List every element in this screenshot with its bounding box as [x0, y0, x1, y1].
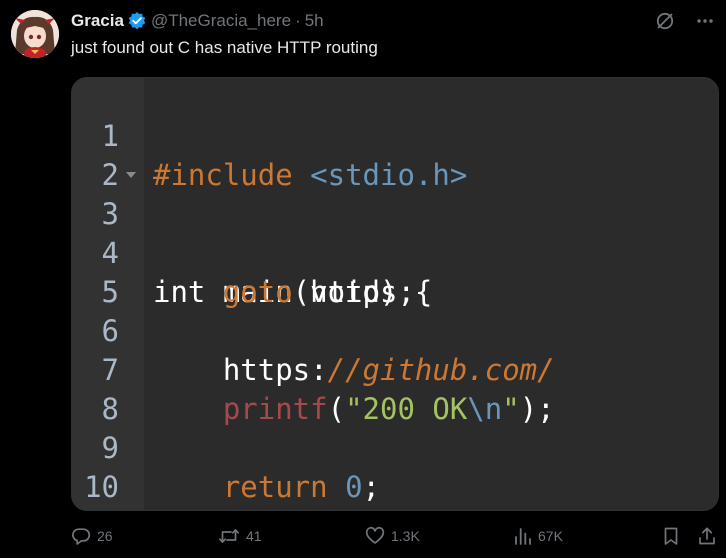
code-line-7: 7 printf("200 OK\n");	[72, 312, 718, 426]
retweet-icon	[218, 526, 240, 546]
code-line-3: 3 int main(void) {	[72, 156, 718, 309]
share-icon	[697, 526, 717, 546]
grok-icon[interactable]	[654, 10, 676, 32]
code-image[interactable]: 1 #include <stdio.h> 2 3 int main(void) …	[71, 77, 719, 511]
closing-brace: }	[153, 507, 170, 510]
views-count: 67K	[538, 528, 563, 544]
code-line-10: 10 }	[72, 429, 718, 510]
code-line-6: 6 https://github.com/	[72, 273, 718, 387]
display-name[interactable]: Gracia	[71, 11, 124, 31]
code-line-8: 8	[72, 351, 718, 426]
reply-count: 26	[97, 528, 113, 544]
fold-arrow-icon[interactable]	[126, 172, 136, 178]
reply-button[interactable]: 26	[71, 526, 113, 546]
like-button[interactable]: 1.3K	[365, 526, 420, 546]
separator-dot: ·	[295, 11, 301, 30]
avatar[interactable]	[11, 10, 59, 58]
views-icon	[512, 526, 532, 546]
tweet-header: Gracia @TheGracia_here · 5h	[71, 10, 324, 32]
code-line-4: 4 goto https;	[72, 195, 718, 309]
bookmark-icon	[661, 526, 681, 546]
reply-icon	[71, 526, 91, 546]
top-actions	[654, 10, 716, 32]
tweet-text: just found out C has native HTTP routing	[71, 38, 378, 57]
user-handle[interactable]: @TheGracia_here	[151, 11, 291, 31]
retweet-count: 41	[246, 528, 262, 544]
more-icon[interactable]	[694, 10, 716, 32]
like-count: 1.3K	[391, 528, 420, 544]
heart-icon	[365, 526, 385, 546]
bookmark-button[interactable]	[661, 526, 681, 546]
timestamp[interactable]: 5h	[305, 11, 324, 31]
code-line-11: 11	[72, 468, 718, 510]
code-line-9: 9 return 0;	[72, 390, 718, 504]
retweet-button[interactable]: 41	[218, 526, 262, 546]
verified-badge-icon	[127, 11, 147, 31]
action-bar: 26 41 1.3K 67K	[71, 526, 719, 548]
views-button[interactable]: 67K	[512, 526, 563, 546]
code-line-1: 1 #include <stdio.h>	[72, 78, 718, 192]
code-line-5: 5	[72, 234, 718, 309]
code-line-2: 2	[72, 117, 718, 192]
share-button[interactable]	[697, 526, 717, 546]
line-number: 11	[72, 507, 119, 510]
